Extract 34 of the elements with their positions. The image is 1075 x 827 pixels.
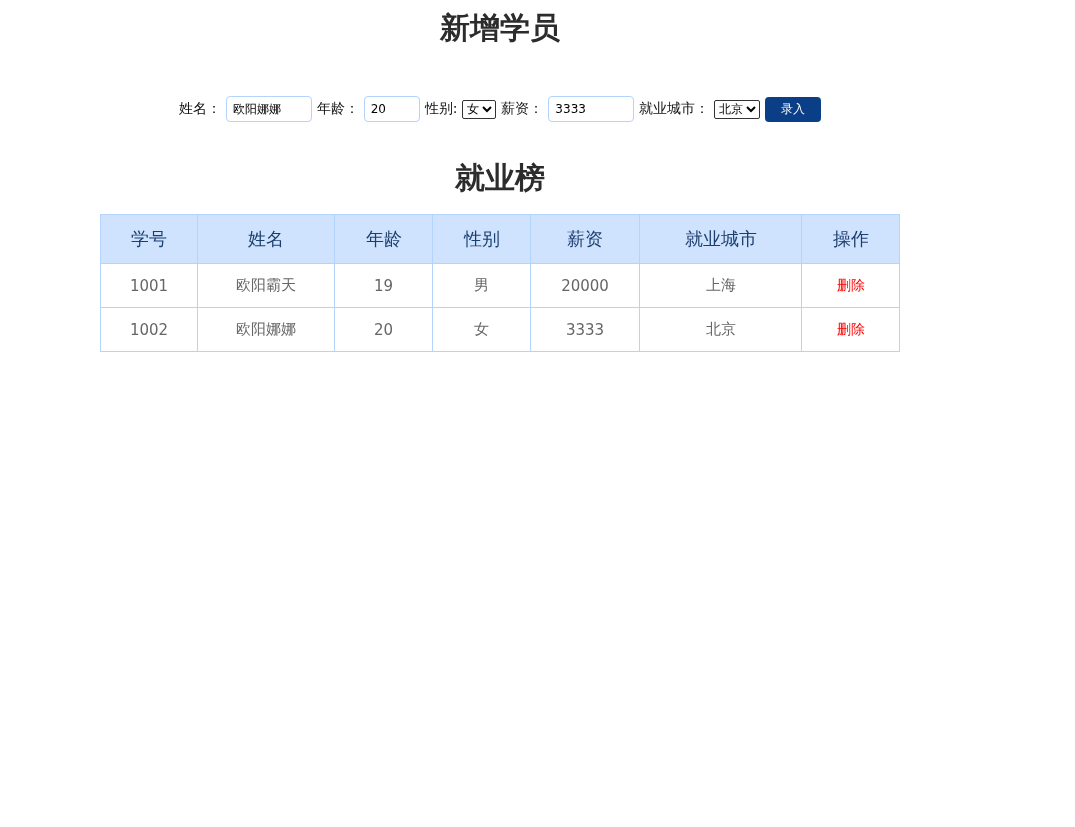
table-cell: 女: [432, 307, 531, 352]
submit-button[interactable]: 录入: [765, 96, 822, 122]
table-cell: 欧阳霸天: [197, 263, 335, 308]
table-cell: 1002: [100, 307, 198, 352]
column-header: 性别: [432, 214, 531, 264]
input-field[interactable]: 20: [363, 96, 420, 122]
dropdown[interactable]: 女: [462, 99, 497, 119]
column-header: 姓名: [197, 214, 335, 264]
field-label: 薪资：: [501, 100, 544, 118]
field-label: 年龄：: [316, 100, 359, 118]
table-cell: 北京: [639, 307, 802, 352]
input-field[interactable]: 3333: [548, 96, 635, 122]
table-cell: 上海: [639, 263, 802, 308]
table-cell: 20000: [530, 263, 640, 308]
input-field[interactable]: 欧阳娜娜: [225, 96, 312, 122]
form-title: 新增学员: [440, 9, 560, 47]
field-label: 姓名：: [178, 100, 221, 118]
table-cell: 欧阳娜娜: [197, 307, 335, 352]
table-cell: 1001: [100, 263, 198, 308]
column-header: 薪资: [530, 214, 640, 264]
dropdown[interactable]: 北京: [714, 99, 761, 119]
delete-link[interactable]: 删除: [836, 321, 865, 337]
column-header: 就业城市: [639, 214, 802, 264]
field-label: 就业城市：: [639, 100, 710, 118]
field-label: 性别:: [424, 100, 458, 118]
table-cell: 19: [334, 263, 433, 308]
table-cell: 3333: [530, 307, 640, 352]
column-header: 学号: [100, 214, 198, 264]
table-cell: 男: [432, 263, 531, 308]
table-title: 就业榜: [455, 159, 545, 197]
delete-link[interactable]: 删除: [836, 277, 865, 293]
column-header: 年龄: [334, 214, 433, 264]
column-header: 操作: [801, 214, 900, 264]
table-cell: 20: [334, 307, 433, 352]
